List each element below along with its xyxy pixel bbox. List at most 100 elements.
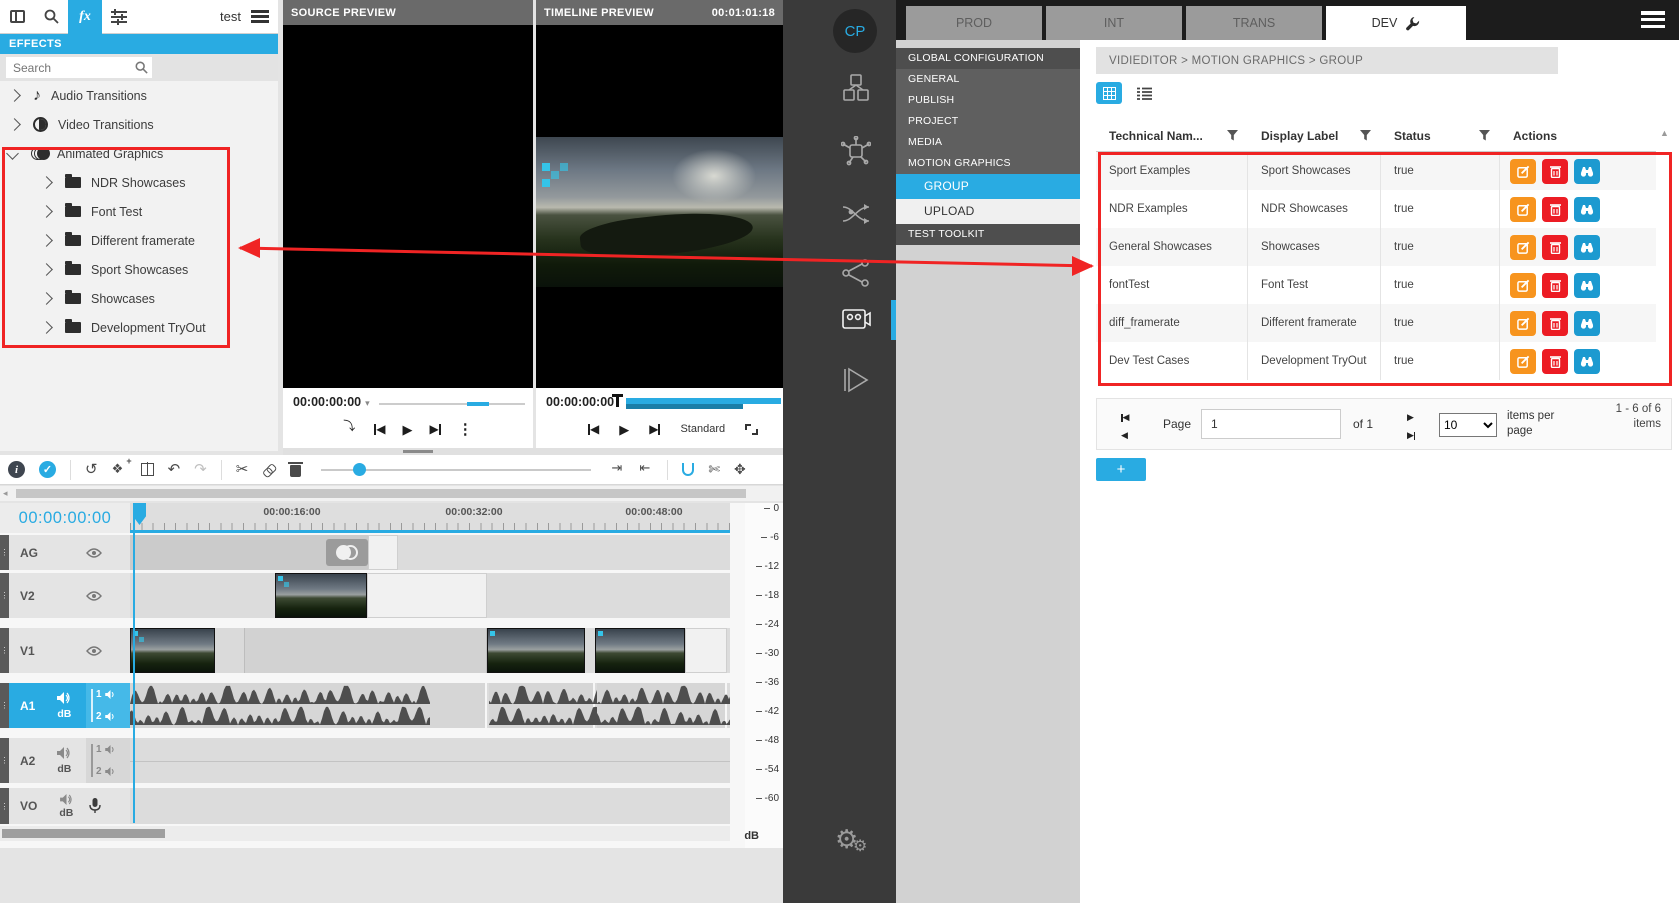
preview-binoculars-button[interactable] <box>1574 273 1600 298</box>
chevron-right-icon[interactable] <box>40 321 53 334</box>
search-button[interactable] <box>34 0 68 34</box>
video-clip[interactable] <box>275 573 367 618</box>
tree-item-development-tryout[interactable]: Development TryOut <box>0 313 278 342</box>
track-a2-header[interactable]: ⋮ A2 dB 1 2 <box>0 738 130 783</box>
db-toggle[interactable]: dB <box>59 807 73 819</box>
timeline-preview-video[interactable] <box>536 25 783 388</box>
edit-button[interactable] <box>1510 197 1536 222</box>
tree-item-different-framerate[interactable]: Different framerate <box>0 226 278 255</box>
nav-item-test-toolkit[interactable]: TEST TOOLKIT <box>896 224 1080 245</box>
audio-clip[interactable] <box>130 683 487 728</box>
razor-icon[interactable] <box>708 462 720 477</box>
track-vo-header[interactable]: ⋮ VO dB <box>0 788 130 824</box>
filter-icon[interactable] <box>1479 130 1490 141</box>
track-vo-lane[interactable] <box>130 788 730 824</box>
add-group-button[interactable]: + <box>1096 458 1146 481</box>
column-display-label[interactable]: Display Label <box>1248 129 1381 143</box>
track-v2-header[interactable]: ⋮ V2 <box>0 573 130 618</box>
nav-item-motion-graphics[interactable]: MOTION GRAPHICS <box>896 153 1080 174</box>
page-number-input[interactable] <box>1201 409 1341 439</box>
column-status[interactable]: Status <box>1381 129 1500 143</box>
nav-item-project[interactable]: PROJECT <box>896 111 1080 132</box>
visibility-eye-icon[interactable] <box>86 646 102 656</box>
grid-view-button[interactable] <box>1096 82 1122 104</box>
channel-2[interactable]: 2 <box>96 711 130 722</box>
snap-magnet-icon[interactable] <box>682 463 694 476</box>
menu-icon[interactable] <box>1641 11 1665 28</box>
channel-1[interactable]: 1 <box>96 744 130 755</box>
scrollbar-thumb[interactable] <box>16 489 746 498</box>
fullscreen-icon[interactable] <box>745 424 758 435</box>
tab-prod[interactable]: PROD <box>906 6 1042 40</box>
track-ag-header[interactable]: ⋮ AG <box>0 535 130 570</box>
video-clip[interactable] <box>685 628 727 673</box>
channel-2[interactable]: 2 <box>96 766 130 777</box>
chevron-right-icon[interactable] <box>40 176 53 189</box>
source-preview-video[interactable] <box>283 25 533 388</box>
preview-binoculars-button[interactable] <box>1574 235 1600 260</box>
tree-item-audio-transitions[interactable]: ♪ Audio Transitions <box>0 81 278 110</box>
track-drag-handle[interactable]: ⋮ <box>0 738 9 783</box>
track-ag-lane[interactable] <box>130 535 730 570</box>
filter-icon[interactable] <box>1227 130 1238 141</box>
panel-divider[interactable] <box>283 448 783 455</box>
redo-icon[interactable]: ↷ <box>194 462 207 477</box>
speaker-icon[interactable] <box>60 794 73 805</box>
refresh-icon[interactable]: ↺ <box>85 462 98 477</box>
play-button[interactable]: ▶ <box>619 423 629 436</box>
edit-button[interactable] <box>1510 273 1536 298</box>
previous-frame-button[interactable]: ◀ <box>588 423 599 435</box>
scrollbar-thumb[interactable] <box>2 829 165 838</box>
next-frame-button[interactable]: ▶ <box>430 423 441 435</box>
previous-frame-button[interactable]: ◀ <box>374 423 385 435</box>
undo-icon[interactable]: ↶ <box>168 462 181 477</box>
search-icon[interactable] <box>135 61 148 74</box>
playhead-marker-icon[interactable] <box>612 394 623 407</box>
table-scroll-up-icon[interactable]: ▲ <box>1660 128 1669 138</box>
track-drag-handle[interactable]: ⋮ <box>0 535 9 570</box>
video-clip[interactable] <box>595 628 685 673</box>
tree-item-ndr-showcases[interactable]: NDR Showcases <box>0 168 278 197</box>
table-row[interactable]: Dev Test Cases Development TryOut true <box>1096 342 1656 380</box>
nav-item-publish[interactable]: PUBLISH <box>896 90 1080 111</box>
settings-sliders-button[interactable] <box>102 0 136 34</box>
speaker-icon[interactable] <box>57 747 71 759</box>
timeline-preview-footer-timecode[interactable]: 00:00:00:00 <box>546 395 614 409</box>
chevron-right-icon[interactable] <box>8 89 21 102</box>
tree-item-animated-graphics[interactable]: Animated Graphics <box>0 139 278 168</box>
video-clip[interactable] <box>487 628 585 673</box>
table-row[interactable]: Sport Examples Sport Showcases true <box>1096 152 1656 190</box>
track-a1-header[interactable]: ⋮ A1 dB 1 2 <box>0 683 130 728</box>
nodes-share-icon[interactable] <box>838 255 874 291</box>
timeline-ruler[interactable]: 00:00:16:00 00:00:32:00 00:00:48:00 <box>130 503 730 533</box>
zoom-slider-knob[interactable] <box>353 463 366 476</box>
add-layer-icon[interactable] <box>112 463 127 476</box>
motion-graphics-icon[interactable] <box>838 302 874 338</box>
next-frame-button[interactable]: ▶ <box>649 423 660 435</box>
video-clip[interactable] <box>367 573 487 618</box>
column-technical-name[interactable]: Technical Nam... <box>1096 129 1248 143</box>
microphone-icon[interactable] <box>89 798 101 814</box>
track-drag-handle[interactable]: ⋮ <box>0 683 9 728</box>
db-toggle[interactable]: dB <box>57 708 71 720</box>
table-row[interactable]: diff_framerate Different framerate true <box>1096 304 1656 342</box>
track-a1-lane[interactable] <box>130 683 730 728</box>
progress-bar-loaded[interactable] <box>626 404 743 409</box>
filter-icon[interactable] <box>1360 130 1371 141</box>
page-size-select[interactable]: 10 <box>1439 413 1497 437</box>
video-clip[interactable] <box>245 628 487 673</box>
video-clip[interactable] <box>215 628 245 673</box>
edit-button[interactable] <box>1510 235 1536 260</box>
graphics-clip[interactable] <box>368 535 398 570</box>
caret-down-icon[interactable]: ▾ <box>365 398 370 408</box>
tree-item-showcases[interactable]: Showcases <box>0 284 278 313</box>
play-button[interactable]: ▶ <box>403 423 413 436</box>
preview-binoculars-button[interactable] <box>1574 311 1600 336</box>
settings-gears-icon[interactable]: ⚙⚙ <box>835 824 858 855</box>
tab-int[interactable]: INT <box>1046 6 1182 40</box>
delete-button[interactable] <box>1542 235 1568 260</box>
preview-binoculars-button[interactable] <box>1574 159 1600 184</box>
nav-item-group[interactable]: GROUP <box>896 174 1080 199</box>
edit-button[interactable] <box>1510 311 1536 336</box>
approve-button[interactable]: ✓ <box>39 461 56 478</box>
